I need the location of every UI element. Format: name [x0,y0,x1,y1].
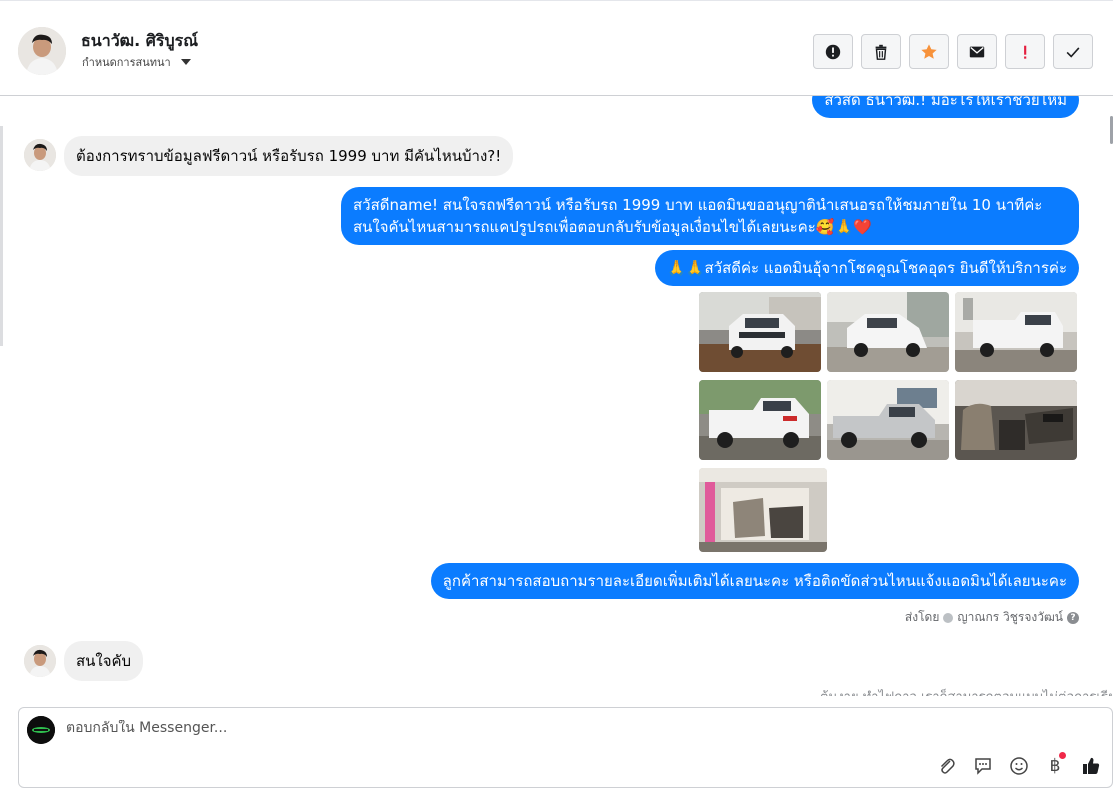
customer-avatar[interactable] [24,645,56,677]
send-like-button[interactable] [1080,755,1102,777]
message-thread[interactable]: สวัสดี ธนาวัฒ.! มีอะไรให้เราช่วยไหม ต้อง… [0,96,1113,696]
attach-button[interactable] [936,755,958,777]
star-icon [921,43,937,59]
payment-button[interactable]: ฿ [1044,752,1066,777]
message-incoming: สนใจคับ [64,641,144,681]
star-button[interactable] [909,34,949,69]
conversation-header: ธนาวัฒ. ศิริบูรณ์ กำหนดการสนทนา [0,0,1113,96]
message-partial-bottom: ต้นงาย ทำไฟกาว เราก็สามารถตอบแบบไม่ต่อกา… [820,686,1113,696]
contact-avatar[interactable] [18,27,66,75]
car-photo-4[interactable] [699,380,821,460]
page-avatar [27,716,55,744]
baht-icon: ฿ [1049,756,1061,776]
car-photo-5[interactable] [827,380,949,460]
message-text: ต้องการทราบข้อมูลฟรีดาวน์ หรือรับรถ 1999… [76,147,502,165]
message-text: สวัสดี ธนาวัฒ.! มีอะไรให้เราช่วยไหม [824,96,1067,109]
message-outgoing: ลูกค้าสามารถสอบถามรายละเอียดเพิ่มเติมได้… [430,563,1079,599]
message-text: สนใจคับ [76,652,132,670]
delete-button[interactable] [861,34,901,69]
mark-important-button[interactable] [1005,34,1045,69]
message-text: สวัสดีname! สนใจรถฟรีดาวน์ หรือรับรถ 199… [353,196,1043,236]
left-divider [0,126,3,346]
contact-name: ธนาวัฒ. ศิริบูรณ์ [81,31,199,50]
message-incoming: ต้องการทราบข้อมูลฟรีดาวน์ หรือรับรถ 1999… [64,136,514,176]
help-icon[interactable]: ? [1067,611,1079,624]
mark-done-button[interactable] [1053,34,1093,69]
car-photo-3[interactable] [955,292,1077,372]
car-photo-6[interactable] [955,380,1077,460]
notification-dot [1059,752,1066,759]
alert-circle-icon [825,44,841,59]
message-text: ลูกค้าสามารถสอบถามรายละเอียดเพิ่มเติมได้… [442,572,1067,590]
sent-by-label: ส่งโดย [904,610,940,624]
report-button[interactable] [813,34,853,69]
check-icon [1066,46,1080,58]
car-photo-1[interactable] [699,292,821,372]
saved-reply-icon [975,758,991,775]
message-outgoing: 🙏🙏สวัสดีค่ะ แอดมินอุ้จากโชคคูณโชคอุดร ยิ… [655,250,1079,286]
sent-by-info: ส่งโดย ญาณกร วิชูรจงวัฒน์ ? [905,608,1079,627]
sent-by-name[interactable]: ญาณกร วิชูรจงวัฒน์ [957,608,1063,627]
caret-down-icon [180,59,191,65]
verified-icon [943,612,954,623]
car-photo-2[interactable] [827,292,949,372]
saved-replies-button[interactable] [972,755,994,777]
message-outgoing: สวัสดีname! สนใจรถฟรีดาวน์ หรือรับรถ 199… [341,187,1079,245]
mail-icon [969,46,985,57]
conversation-menu[interactable]: กำหนดการสนทนา [82,53,191,71]
messenger-conversation: ธนาวัฒ. ศิริบูรณ์ กำหนดการสนทนา สวัสดี ธ… [0,0,1113,800]
message-outgoing-greeting: สวัสดี ธนาวัฒ.! มีอะไรให้เราช่วยไหม [812,96,1079,118]
exclamation-icon [1024,45,1027,59]
reply-input[interactable] [66,720,666,736]
paperclip-icon [940,758,955,774]
message-text: 🙏🙏สวัสดีค่ะ แอดมินอุ้จากโชคคูณโชคอุดร ยิ… [667,259,1067,277]
thumbs-up-icon [1083,757,1100,774]
mark-unread-button[interactable] [957,34,997,69]
emoji-icon [1010,757,1028,775]
reply-composer: ฿ [18,707,1113,788]
emoji-button[interactable] [1008,755,1030,777]
conversation-menu-label: กำหนดการสนทนา [82,56,171,69]
trash-icon [875,44,887,60]
car-photo-7[interactable] [699,468,827,552]
composer-toolbar: ฿ [936,752,1102,777]
header-actions [813,34,1093,69]
customer-avatar[interactable] [24,139,56,171]
